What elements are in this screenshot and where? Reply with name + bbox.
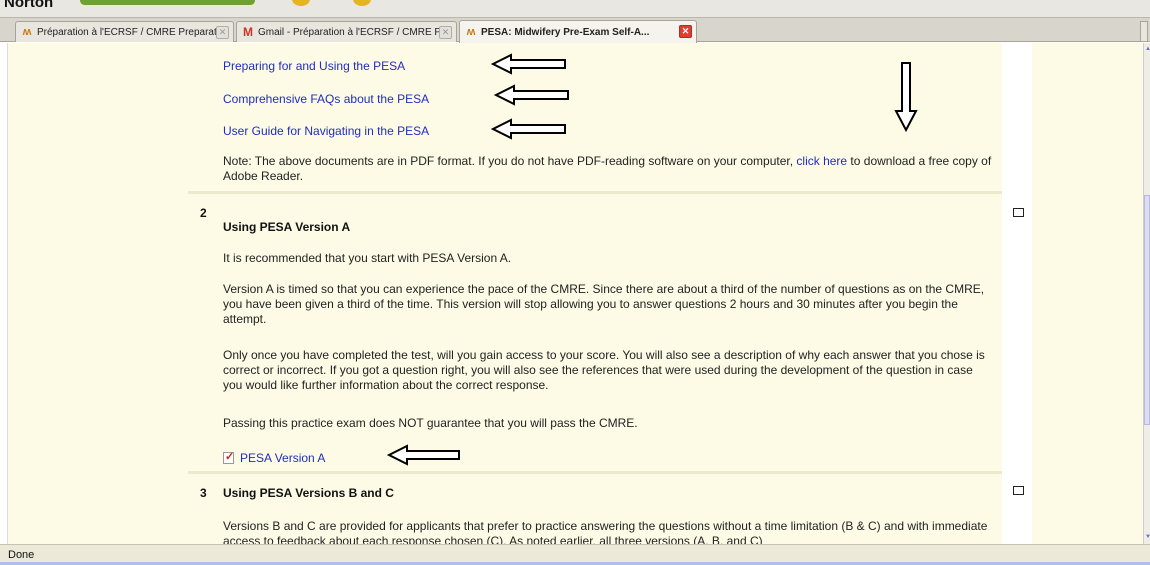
tab-pesa[interactable]: ʍ PESA: Midwifery Pre-Exam Self-A... ✕ — [459, 20, 697, 43]
link-pesa-version-a[interactable]: PESA Version A — [240, 451, 325, 465]
moodle-icon: ʍ — [22, 26, 32, 38]
tab-bar: ʍ Préparation à l'ECRSF / CMRE Preparati… — [0, 18, 1150, 43]
left-arrow-icon — [491, 118, 566, 140]
pdf-resource-icon — [223, 450, 234, 464]
status-bar: Done — [0, 544, 1150, 565]
pdf-note: Note: The above documents are in PDF for… — [223, 154, 993, 184]
link-user-guide-pesa[interactable]: User Guide for Navigating in the PESA — [223, 124, 429, 138]
section-toggle-checkbox[interactable] — [1013, 208, 1024, 217]
status-text: Done — [8, 549, 35, 561]
close-icon[interactable]: ✕ — [439, 26, 452, 39]
link-faqs-pesa[interactable]: Comprehensive FAQs about the PESA — [223, 92, 429, 106]
section-divider — [188, 191, 1002, 194]
section-divider — [188, 471, 1002, 474]
norton-login-icon[interactable] — [353, 0, 371, 6]
scroll-down-icon[interactable]: ▼ — [1145, 534, 1150, 540]
tab-list-button[interactable] — [1140, 21, 1148, 42]
tab-title: Gmail - Préparation à l'ECRSF / CMRE P..… — [258, 26, 449, 38]
section-paragraph: Version A is timed so that you can exper… — [223, 282, 985, 326]
moodle-icon: ʍ — [466, 26, 476, 38]
left-arrow-icon — [387, 444, 460, 466]
tab-gmail[interactable]: M Gmail - Préparation à l'ECRSF / CMRE P… — [236, 21, 457, 42]
left-arrow-icon — [494, 84, 569, 106]
section-paragraph: It is recommended that you start with PE… — [223, 251, 512, 265]
down-arrow-icon — [894, 62, 918, 133]
scroll-up-icon[interactable]: ▲ — [1145, 46, 1150, 52]
close-icon[interactable]: ✕ — [679, 25, 692, 38]
click-here-link[interactable]: click here — [796, 154, 847, 168]
norton-status-button[interactable] — [80, 0, 255, 5]
left-arrow-icon — [491, 53, 566, 75]
page-viewport: Preparing for and Using the PESA Compreh… — [0, 43, 1143, 544]
section-paragraph: Passing this practice exam does NOT guar… — [223, 416, 638, 430]
section-paragraph: Only once you have completed the test, w… — [223, 348, 985, 392]
gmail-icon: M — [243, 25, 253, 39]
section-paragraph: Versions B and C are provided for applic… — [223, 519, 988, 544]
section-heading: Using PESA Versions B and C — [223, 486, 394, 500]
section-toggle-checkbox[interactable] — [1013, 486, 1024, 495]
section-number: 2 — [200, 206, 207, 220]
close-icon[interactable]: ✕ — [216, 26, 229, 39]
tab-title: PESA: Midwifery Pre-Exam Self-A... — [481, 26, 650, 38]
norton-safe-icon[interactable] — [292, 0, 310, 6]
vertical-scrollbar[interactable]: ▲ ▼ — [1143, 43, 1150, 544]
course-content: Preparing for and Using the PESA Compreh… — [188, 43, 1002, 544]
scrollbar-thumb[interactable] — [1144, 195, 1150, 425]
norton-toolbar: Norton — [0, 0, 1150, 18]
tab-ecrsf-preparation[interactable]: ʍ Préparation à l'ECRSF / CMRE Preparati… — [15, 21, 234, 42]
section-number: 3 — [200, 486, 207, 500]
section-heading: Using PESA Version A — [223, 220, 351, 234]
note-text: Note: The above documents are in PDF for… — [223, 154, 797, 168]
link-preparing-pesa[interactable]: Preparing for and Using the PESA — [223, 59, 405, 73]
tab-title: Préparation à l'ECRSF / CMRE Preparati..… — [37, 26, 228, 38]
norton-logo: Norton — [4, 0, 54, 11]
